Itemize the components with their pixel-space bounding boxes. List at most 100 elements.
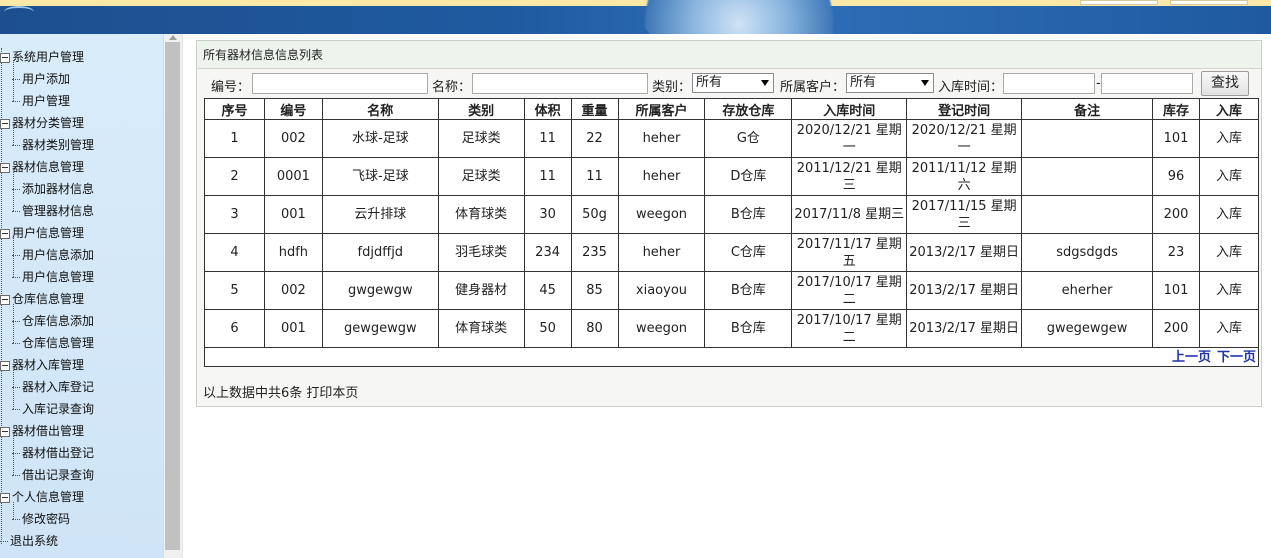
table-cell: 体育球类	[437, 195, 525, 234]
tree-group-label: 器材分类管理	[12, 116, 85, 130]
table-cell: 2011/11/12 星期六	[906, 157, 1023, 196]
tree-item-label: 用户信息添加	[22, 248, 95, 262]
tree-item-label: 用户添加	[22, 72, 71, 86]
dropdown-arrow-icon	[921, 80, 929, 86]
table-cell: heher	[617, 233, 706, 272]
logout-link[interactable]: 退出系统	[0, 530, 58, 552]
tree-item-0-1[interactable]: 用户管理	[12, 90, 70, 112]
tree-item-label: 器材类别管理	[22, 138, 95, 152]
tree-item-label: 器材借出登记	[22, 446, 95, 460]
tree-connector	[12, 101, 20, 102]
table-cell: 2017/11/8 星期三	[791, 195, 908, 234]
tree-item-label: 借出记录查询	[22, 468, 95, 482]
tree-item-4-1[interactable]: 仓库信息管理	[12, 332, 94, 354]
globe-graphic	[640, 0, 860, 34]
table-cell: 96	[1152, 157, 1200, 196]
collapse-toggle-icon[interactable]	[0, 52, 10, 63]
dropdown-arrow-icon	[761, 80, 769, 86]
table-cell: B仓库	[704, 195, 793, 234]
collapse-toggle-icon[interactable]	[0, 228, 10, 239]
table-cell: 001	[263, 309, 323, 348]
tree-item-5-1[interactable]: 入库记录查询	[12, 398, 94, 420]
table-cell: xiaoyou	[617, 271, 706, 310]
tree-item-2-0[interactable]: 添加器材信息	[12, 178, 94, 200]
column-header: 入库时间	[791, 98, 908, 120]
stock-in-link[interactable]: 入库	[1198, 119, 1260, 158]
prev-page-link[interactable]: 上一页	[1172, 350, 1211, 365]
table-cell: 11	[570, 157, 619, 196]
tree-item-0-0[interactable]: 用户添加	[12, 68, 70, 90]
tree-line	[13, 502, 14, 519]
collapse-toggle-icon[interactable]	[0, 426, 10, 437]
tree-item-6-0[interactable]: 器材借出登记	[12, 442, 94, 464]
table-cell: 2017/10/17 星期二	[791, 309, 908, 348]
tree-item-5-0[interactable]: 器材入库登记	[12, 376, 94, 398]
print-link[interactable]: 打印本页	[306, 386, 358, 401]
table-cell: 水球-足球	[321, 119, 439, 158]
stock-in-link[interactable]: 入库	[1198, 157, 1260, 196]
collapse-toggle-icon[interactable]	[0, 492, 10, 503]
column-header: 入库	[1198, 98, 1260, 120]
table-cell: 50g	[570, 195, 619, 234]
table-cell: 2013/2/17 星期日	[906, 233, 1023, 272]
pager-row: 上一页 下一页	[204, 347, 1259, 367]
tree-line	[13, 172, 14, 211]
column-header: 登记时间	[906, 98, 1023, 120]
table-cell: 234	[523, 233, 572, 272]
collapse-toggle-icon[interactable]	[0, 360, 10, 371]
table-cell: 80	[570, 309, 619, 348]
table-row: 2 0001 飞球-足球 足球类 11 11 heher D仓库 2011/12/21 星期三 2…	[204, 157, 1260, 196]
table-cell: 11	[523, 119, 572, 158]
client-select[interactable]: 所有	[846, 73, 934, 93]
sidebar-scrollbar[interactable]	[163, 34, 182, 558]
scroll-up-icon[interactable]	[169, 35, 177, 40]
table-cell: weegon	[617, 195, 706, 234]
search-button[interactable]: 查找	[1201, 71, 1249, 96]
tree-group-label: 器材借出管理	[12, 424, 85, 438]
table-cell: 足球类	[437, 119, 525, 158]
tree-item-1-0[interactable]: 器材类别管理	[12, 134, 94, 156]
date-end-input[interactable]	[1101, 73, 1193, 94]
table-row: 6 001 gewgewgw 体育球类 50 80 weegon B仓库 2017/10/17 …	[204, 309, 1260, 348]
table-header-row: 序号 编号 名称 类别 体积 重量 所属客户 存放仓库 入库时间 登记时间 备注 库存 入库	[204, 98, 1260, 120]
stock-in-link[interactable]: 入库	[1198, 309, 1260, 348]
date-start-input[interactable]	[1003, 73, 1095, 94]
tree-line	[13, 370, 14, 409]
tree-item-6-1[interactable]: 借出记录查询	[12, 464, 94, 486]
column-header: 序号	[204, 98, 265, 120]
table-cell: 002	[263, 119, 323, 158]
table-cell: 2020/12/21 星期一	[906, 119, 1023, 158]
table-row: 4 hdfh fdjdffjd 羽毛球类 234 235 heher C仓库 2017/11/1…	[204, 233, 1260, 272]
table-cell: 1	[204, 119, 265, 158]
tree-connector	[12, 409, 20, 410]
stock-in-link[interactable]: 入库	[1198, 195, 1260, 234]
table-cell: 45	[523, 271, 572, 310]
category-select[interactable]: 所有	[692, 73, 774, 93]
tree-item-4-0[interactable]: 仓库信息添加	[12, 310, 94, 332]
code-input[interactable]	[252, 73, 428, 94]
tree-line	[13, 436, 14, 475]
category-label: 类别：	[652, 80, 692, 95]
collapse-toggle-icon[interactable]	[0, 118, 10, 129]
tree-item-label: 入库记录查询	[22, 402, 95, 416]
table-cell: fdjdffjd	[321, 233, 439, 272]
tree-item-3-1[interactable]: 用户信息管理	[12, 266, 94, 288]
equipment-table: 序号 编号 名称 类别 体积 重量 所属客户 存放仓库 入库时间 登记时间 备注 库存 入库 1 002 水…	[204, 98, 1260, 367]
tree-item-3-0[interactable]: 用户信息添加	[12, 244, 94, 266]
tree-group-label: 仓库信息管理	[12, 292, 85, 306]
stock-in-link[interactable]: 入库	[1198, 271, 1260, 310]
tree-group-label: 器材信息管理	[12, 160, 85, 174]
banner-top-button-2[interactable]	[1170, 0, 1248, 5]
tree-item-label: 用户管理	[22, 94, 71, 108]
banner-top-button[interactable]	[1080, 0, 1158, 5]
tree-item-2-1[interactable]: 管理器材信息	[12, 200, 94, 222]
table-cell: G仓	[704, 119, 793, 158]
collapse-toggle-icon[interactable]	[0, 294, 10, 305]
name-input[interactable]	[472, 73, 648, 94]
next-page-link[interactable]: 下一页	[1217, 350, 1256, 365]
collapse-toggle-icon[interactable]	[0, 162, 10, 173]
record-count: 以上数据中共6条	[203, 386, 303, 401]
tree-item-7-0[interactable]: 修改密码	[12, 508, 70, 530]
stock-in-link[interactable]: 入库	[1198, 233, 1260, 272]
scrollbar-thumb[interactable]	[165, 42, 180, 550]
